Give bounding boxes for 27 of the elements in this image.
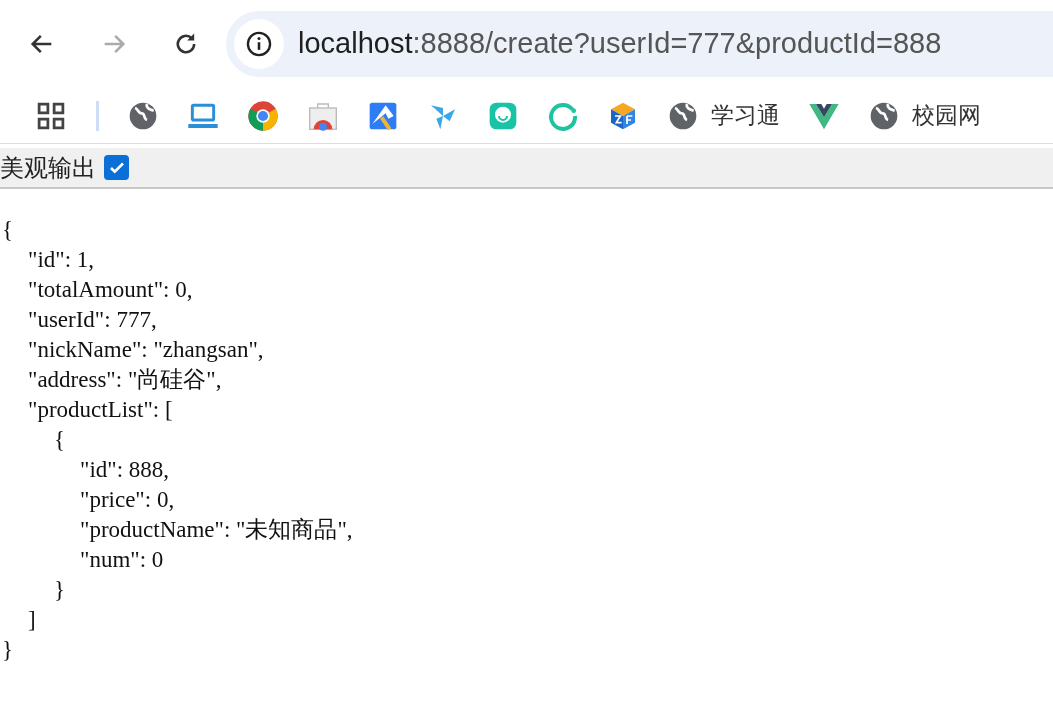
json-line: } [54,577,66,602]
json-line: "address": "尚硅谷", [28,367,222,392]
json-line: "id": 888, [80,457,170,482]
pretty-print-label: 美观输出 [0,152,96,184]
json-line: "nickName": "zhangsan", [28,337,264,362]
json-line: "price": 0, [80,487,175,512]
bookmark-link[interactable]: 校园网 [868,98,981,133]
pretty-print-checkbox[interactable] [104,155,129,180]
bookmark-label: 校园网 [912,101,981,131]
json-line: "id": 1, [28,247,95,272]
json-line: "totalAmount": 0, [28,277,193,302]
bookmark-link[interactable]: 学习通 [667,98,780,133]
info-icon[interactable] [245,30,273,58]
json-line: "productName": "未知商品", [80,517,353,542]
bookmark-label: 学习通 [711,101,780,131]
json-line: { [2,217,14,242]
chrome-icon [247,99,279,132]
address-bar[interactable]: localhost:8888/create?userId=777&productId=888 [226,11,1053,77]
json-line: { [54,427,66,452]
bookmark-icon-link[interactable] [247,99,279,132]
json-line: ] [28,607,36,632]
json-line: } [2,637,14,662]
json-line: "num": 0 [80,547,164,572]
json-line: "userId": 777, [28,307,157,332]
json-line: "productList": [ [28,397,173,422]
apps-grid-icon[interactable] [36,100,66,131]
url-text: localhost:8888/create?userId=777&productId=888 [298,26,942,62]
